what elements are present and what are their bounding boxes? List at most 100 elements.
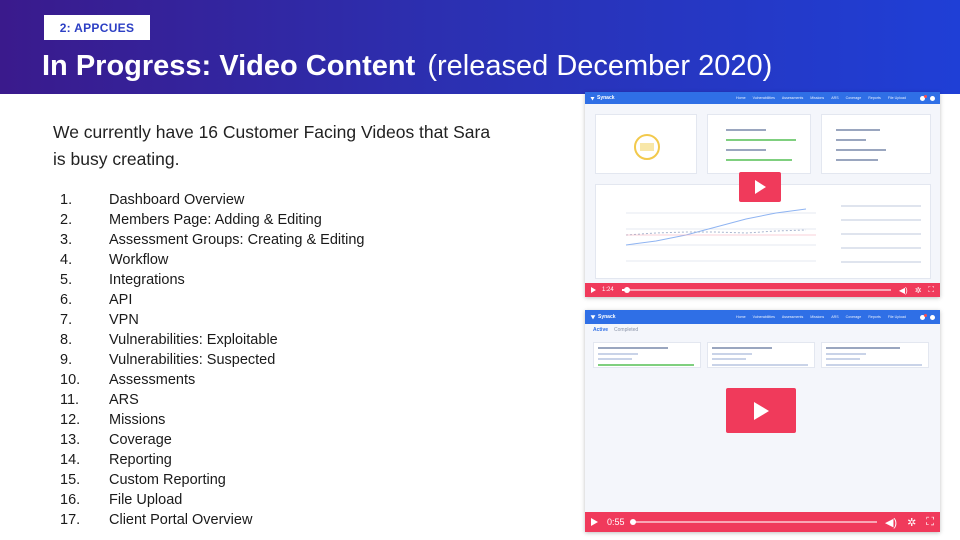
video-list-title: Vulnerabilities: Suspected (109, 352, 276, 368)
progress-knob[interactable] (624, 287, 631, 293)
app-nav-link[interactable]: Assessments (782, 96, 803, 100)
video-list-item: 12. Missions (60, 410, 364, 430)
video-list-number: 2. (60, 212, 73, 228)
play-button-overlay[interactable] (726, 388, 796, 433)
app-nav-link[interactable]: File Upload (888, 96, 906, 100)
assessment-panel (707, 114, 811, 174)
app-nav-link[interactable]: Reports (868, 315, 881, 319)
avatar (930, 314, 935, 320)
app-nav-link[interactable]: Home (736, 96, 746, 100)
video-list-item: 13. Coverage (60, 430, 364, 450)
video-list-title: VPN (109, 312, 139, 328)
gear-icon[interactable]: ✲ (915, 286, 922, 295)
fullscreen-icon[interactable]: ⛶ (926, 516, 934, 529)
video-list-item: 1. Dashboard Overview (60, 190, 364, 210)
bell-icon (920, 313, 927, 320)
video-list-item: 10. Assessments (60, 370, 364, 390)
player-controls: 0:55 ◀) ✲ ⛶ (585, 512, 940, 532)
progress-knob[interactable] (629, 519, 636, 525)
video-list-title: Missions (109, 412, 166, 428)
app-nav-link[interactable]: Reports (868, 96, 881, 100)
app-nav-link[interactable]: Vulnerabilities (753, 96, 775, 100)
score-panel (595, 114, 697, 174)
fullscreen-icon[interactable]: ⛶ (928, 285, 934, 295)
tab-completed[interactable]: Completed (614, 327, 638, 333)
video-player-missions[interactable]: Synack Home Vulnerabilities Assessments Mis… (585, 310, 940, 532)
video-list-number: 15. (60, 472, 81, 488)
app-brand: Synack (590, 95, 615, 101)
app-nav-link[interactable]: ARS (831, 96, 838, 100)
app-nav-links: Home Vulnerabilities Assessments Missions AR… (736, 315, 906, 319)
play-icon[interactable] (591, 518, 598, 526)
video-list-number: 3. (60, 232, 73, 248)
video-list-item: 4. Workflow (60, 250, 364, 270)
app-nav-link[interactable]: Coverage (846, 315, 862, 319)
video-list-title: Custom Reporting (109, 472, 226, 488)
video-list-title: Coverage (109, 432, 172, 448)
video-list-number: 4. (60, 252, 73, 268)
app-nav-link[interactable]: Missions (810, 96, 824, 100)
video-list-item: 2. Members Page: Adding & Editing (60, 210, 364, 230)
slide-title-sub: (released December 2020) (427, 50, 773, 82)
mission-card[interactable] (593, 342, 701, 368)
video-list-title: Assessment Groups: Creating & Editing (109, 232, 365, 248)
video-list-number: 1. (60, 192, 73, 208)
app-nav-link[interactable]: Missions (810, 315, 824, 319)
video-list-number: 12. (60, 412, 81, 428)
progress-scrubber[interactable] (621, 287, 891, 293)
progress-scrubber[interactable] (629, 519, 877, 525)
tab-active[interactable]: Active (593, 327, 608, 333)
video-list-item: 7. VPN (60, 310, 364, 330)
video-list-title: Dashboard Overview (109, 192, 245, 208)
play-icon[interactable] (591, 287, 596, 293)
video-list-title: Reporting (109, 452, 172, 468)
app-nav-link[interactable]: Coverage (846, 96, 862, 100)
video-list-number: 5. (60, 272, 73, 288)
video-list-title: ARS (109, 392, 139, 408)
section-tag: 2: APPCUES (44, 15, 150, 40)
video-list-title: Integrations (109, 272, 185, 288)
video-list-number: 16. (60, 492, 81, 508)
intro-text: We currently have 16 Customer Facing Vid… (53, 122, 491, 169)
video-list-number: 9. (60, 352, 73, 368)
mission-tabs: Active Completed (593, 327, 638, 333)
video-list-title: Workflow (109, 252, 169, 268)
play-button-overlay[interactable] (739, 172, 781, 202)
video-player-dashboard[interactable]: Synack Home Vulnerabilities Assessments Mis… (585, 92, 940, 297)
volume-icon[interactable]: ◀) (899, 286, 908, 295)
player-controls: 1:24 ◀) ✲ ⛶ (585, 283, 940, 297)
video-list-number: 17. (60, 512, 81, 528)
video-list-title: Vulnerabilities: Exploitable (109, 332, 278, 348)
app-nav-bar: Synack Home Vulnerabilities Assessments Mis… (585, 92, 940, 104)
mission-card[interactable] (707, 342, 815, 368)
player-icons: ◀) ✲ ⛶ (899, 285, 934, 295)
app-nav-link[interactable]: ARS (831, 315, 838, 319)
video-list-number: 8. (60, 332, 73, 348)
player-time: 0:55 (607, 517, 625, 527)
video-list-title: API (109, 292, 133, 308)
avatar (930, 95, 935, 101)
app-name: Synack (597, 95, 615, 101)
app-nav-link[interactable]: Home (736, 315, 746, 319)
video-list-item: 6. API (60, 290, 364, 310)
slide-title: In Progress: Video Content (released Dec… (42, 48, 772, 84)
play-icon (754, 180, 766, 194)
video-list-item: 11. ARS (60, 390, 364, 410)
app-nav-links: Home Vulnerabilities Assessments Missions AR… (736, 96, 906, 100)
play-icon (753, 401, 769, 420)
video-list-item: 15. Custom Reporting (60, 470, 364, 490)
video-list-item: 3. Assessment Groups: Creating & Editing (60, 230, 364, 250)
video-list-item: 9. Vulnerabilities: Suspected (60, 350, 364, 370)
gear-icon[interactable]: ✲ (907, 516, 916, 529)
video-list-number: 14. (60, 452, 81, 468)
app-brand: Synack (590, 314, 616, 320)
synack-logo-icon (590, 315, 596, 320)
app-nav-link[interactable]: Vulnerabilities (753, 315, 775, 319)
mission-card[interactable] (821, 342, 929, 368)
video-list-number: 6. (60, 292, 73, 308)
video-list-number: 7. (60, 312, 73, 328)
app-nav-link[interactable]: Assessments (782, 315, 803, 319)
volume-icon[interactable]: ◀) (885, 516, 897, 529)
synack-logo-icon (590, 96, 595, 100)
app-nav-link[interactable]: File Upload (888, 315, 906, 319)
